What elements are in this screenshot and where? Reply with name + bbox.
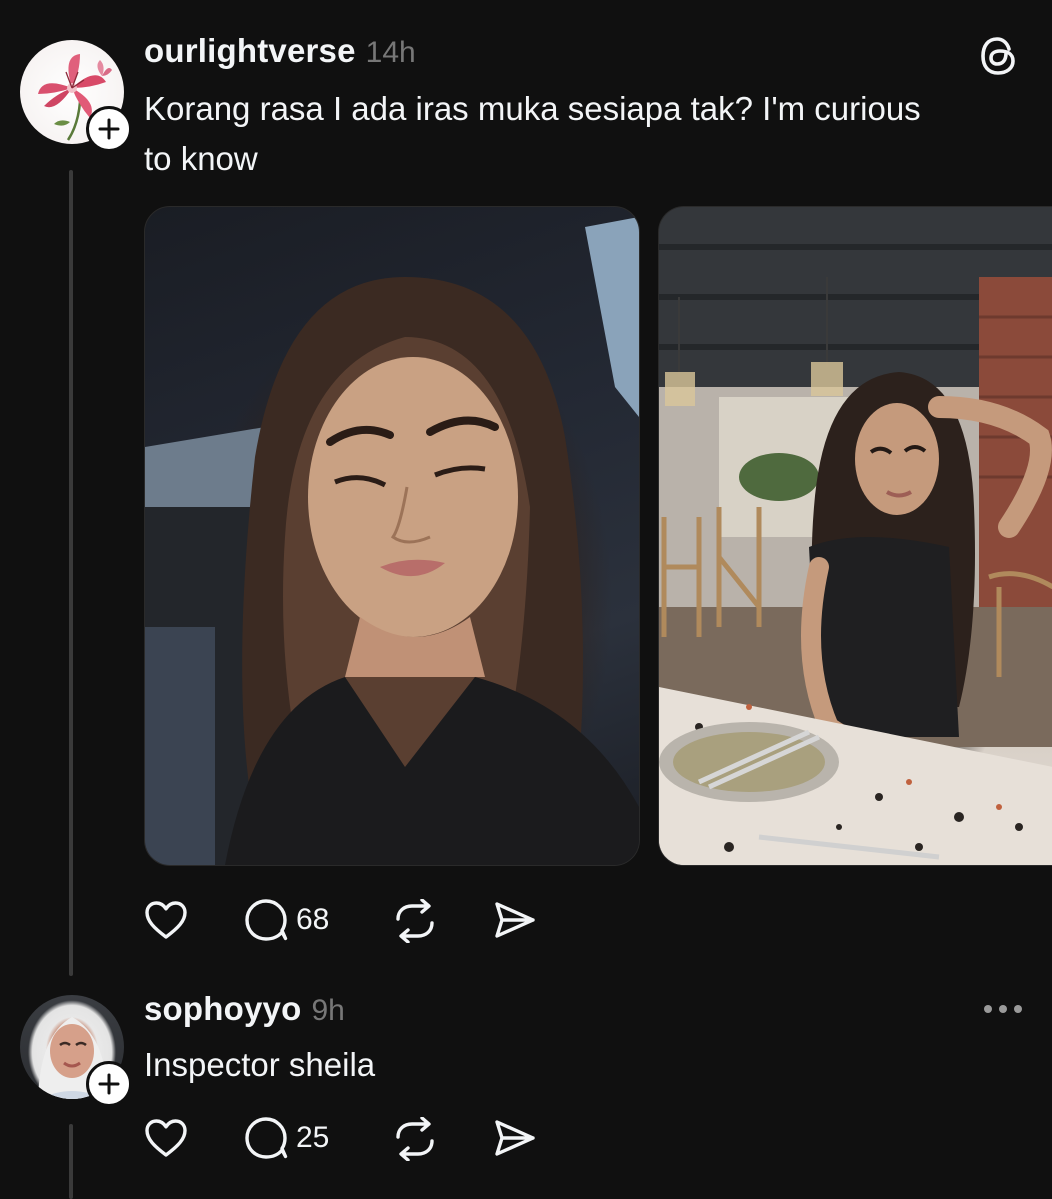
follow-plus-button[interactable] xyxy=(86,106,132,152)
restaurant-photo[interactable] xyxy=(658,206,1052,866)
comment-icon xyxy=(245,1117,288,1159)
plus-icon xyxy=(98,1073,120,1095)
thread-line xyxy=(69,170,73,976)
selfie-in-car-photo[interactable] xyxy=(144,206,640,866)
heart-icon xyxy=(145,901,187,939)
share-button[interactable] xyxy=(493,1118,537,1158)
reply-count: 68 xyxy=(296,903,330,936)
like-button[interactable] xyxy=(144,1117,188,1159)
photo-illustration xyxy=(145,217,639,865)
repost-icon xyxy=(396,1117,434,1161)
post-header: sophoyyo 9h xyxy=(144,990,345,1028)
username[interactable]: ourlightverse xyxy=(144,32,356,70)
dot-icon xyxy=(1014,1005,1022,1013)
send-icon xyxy=(495,1120,535,1156)
send-icon xyxy=(495,902,535,938)
like-button[interactable] xyxy=(144,899,188,941)
dot-icon xyxy=(984,1005,992,1013)
thread-line xyxy=(69,1124,73,1199)
threads-logo-icon[interactable] xyxy=(978,34,1022,83)
follow-plus-button[interactable] xyxy=(86,1061,132,1107)
post-text-line-1: Korang rasa I ada iras muka sesiapa tak?… xyxy=(144,90,921,127)
reply-button[interactable]: 25 xyxy=(244,1116,329,1160)
repost-icon xyxy=(396,899,434,943)
repost-button[interactable] xyxy=(392,1117,438,1161)
reply-count: 25 xyxy=(296,1121,330,1154)
repost-button[interactable] xyxy=(392,899,438,943)
share-button[interactable] xyxy=(493,900,537,940)
heart-icon xyxy=(145,1119,187,1157)
post-header: ourlightverse 14h xyxy=(144,32,416,70)
timestamp: 9h xyxy=(311,994,345,1027)
reply-button[interactable]: 68 xyxy=(244,898,329,942)
dot-icon xyxy=(999,1005,1007,1013)
post-text: Korang rasa I ada iras muka sesiapa tak?… xyxy=(144,84,1024,184)
comment-icon xyxy=(245,899,288,941)
post-text-line-2: to know xyxy=(144,140,258,177)
plus-icon xyxy=(98,118,120,140)
post-text: Inspector sheila xyxy=(144,1046,376,1083)
username[interactable]: sophoyyo xyxy=(144,990,301,1028)
more-options-button[interactable] xyxy=(984,1005,1022,1013)
timestamp: 14h xyxy=(365,36,416,69)
photo-illustration xyxy=(659,207,1052,865)
